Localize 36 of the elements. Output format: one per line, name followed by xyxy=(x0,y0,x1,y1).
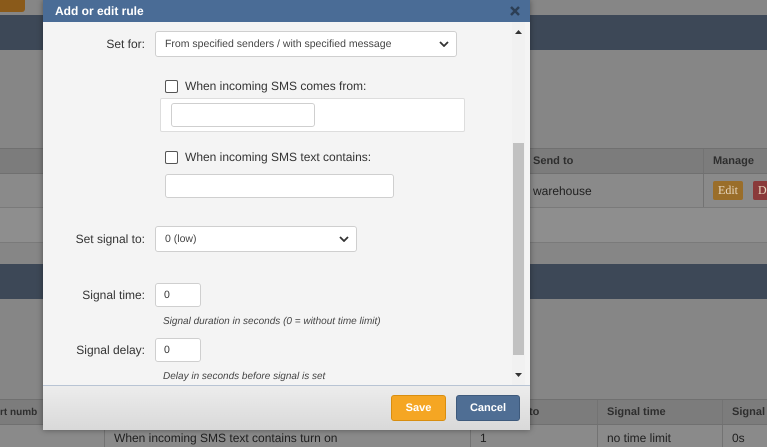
field-label: Signal delay: xyxy=(75,343,146,357)
checkbox[interactable] xyxy=(165,150,178,164)
table-cell: warehouse xyxy=(533,184,592,198)
column-header: rt numb xyxy=(0,406,38,418)
set-for-dropdown[interactable]: From specified senders / with specified message xyxy=(155,31,457,57)
delete-button[interactable]: D xyxy=(753,181,767,200)
scroll-up-icon[interactable] xyxy=(515,30,522,34)
field-label: Set signal to: xyxy=(74,232,146,246)
cancel-button[interactable]: Cancel xyxy=(456,395,520,421)
column-header: Signal xyxy=(732,406,766,418)
table-cell: 0s xyxy=(732,430,745,444)
column-header: Manage xyxy=(713,155,754,167)
column-header: to xyxy=(529,406,540,418)
dialog-title: Add or edit rule xyxy=(55,4,144,18)
column-header: Send to xyxy=(533,155,574,167)
close-icon[interactable] xyxy=(510,6,520,16)
signal-dropdown[interactable]: 0 (low) xyxy=(155,226,357,252)
hint-text: Delay in seconds before signal is set xyxy=(163,371,326,382)
checkbox-label: When incoming SMS comes from: xyxy=(185,79,366,93)
input-field[interactable] xyxy=(171,103,315,127)
chevron-down-icon xyxy=(439,41,449,47)
input-field[interactable]: 0 xyxy=(155,283,201,307)
input-field[interactable]: 0 xyxy=(155,338,201,362)
scrollbar-thumb[interactable] xyxy=(513,143,524,355)
table-cell: When incoming SMS text contains turn on xyxy=(114,430,338,444)
table-cell: 1 xyxy=(480,430,487,444)
field-label: Signal time: xyxy=(81,288,146,302)
checkbox[interactable] xyxy=(165,80,178,92)
chevron-down-icon xyxy=(339,236,349,242)
scroll-down-icon[interactable] xyxy=(515,373,522,377)
table-cell: no time limit xyxy=(607,430,672,444)
checkbox-label: When incoming SMS text contains: xyxy=(185,150,372,164)
input-field[interactable] xyxy=(165,174,394,198)
column-header: Signal time xyxy=(607,406,666,418)
field-label: Set for: xyxy=(105,37,146,51)
hint-text: Signal duration in seconds (0 = without time limit) xyxy=(163,316,382,327)
